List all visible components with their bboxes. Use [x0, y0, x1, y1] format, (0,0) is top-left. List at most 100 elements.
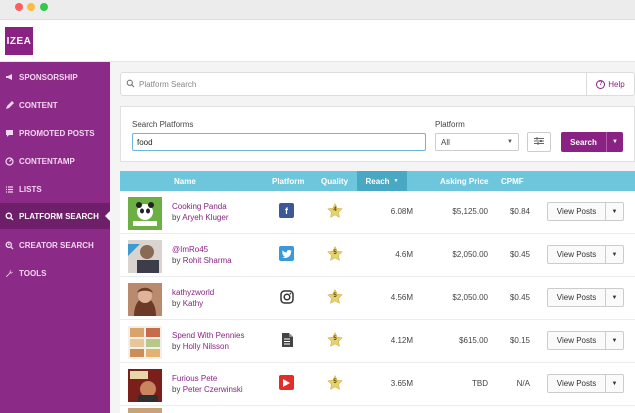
creator-thumbnail[interactable]: [128, 408, 162, 413]
cpmf-value: $0.45: [509, 293, 530, 302]
author-link[interactable]: Aryeh Kluger: [182, 213, 228, 222]
author-link[interactable]: Peter Czerwinski: [183, 385, 243, 394]
reach-value: 6.08M: [390, 207, 413, 216]
izea-logo[interactable]: IZEA: [5, 27, 33, 55]
creator-thumbnail[interactable]: [128, 369, 162, 402]
quality-score: 5: [333, 336, 337, 342]
view-posts-button[interactable]: View Posts ▼: [547, 331, 624, 350]
by-label: by: [172, 213, 181, 222]
row-actions-dropdown[interactable]: ▼: [605, 289, 623, 306]
sidebar-item-promoted-posts[interactable]: PROMOTED POSTS: [0, 120, 110, 146]
wrench-icon: [5, 269, 14, 278]
row-actions-dropdown[interactable]: ▼: [605, 332, 623, 349]
sidebar-item-contentamp[interactable]: CONTENTAMP: [0, 148, 110, 174]
view-posts-button[interactable]: View Posts ▼: [547, 374, 624, 393]
sort-desc-icon: ▼: [393, 178, 399, 184]
table-header: Name Platform Quality Reach ▼ Asking Pri…: [120, 171, 635, 191]
view-posts-button[interactable]: View Posts ▼: [547, 288, 624, 307]
creator-thumbnail[interactable]: [128, 283, 162, 316]
table-row: [120, 406, 635, 413]
row-actions-dropdown[interactable]: ▼: [605, 246, 623, 263]
sidebar-item-label: CONTENT: [19, 100, 58, 110]
pencil-icon: [5, 100, 14, 110]
author-link[interactable]: Kathy: [183, 299, 203, 308]
view-posts-label: View Posts: [556, 207, 597, 216]
sidebar: SPONSORSHIP CONTENT PROMOTED POSTS CONTE…: [0, 62, 111, 413]
quality-star-icon: 4: [327, 202, 343, 219]
minimize-window-button[interactable]: [27, 3, 35, 11]
view-posts-button[interactable]: View Posts ▼: [547, 202, 624, 221]
person-search-icon: [5, 241, 14, 250]
list-icon: [5, 185, 14, 194]
column-header-asking-price[interactable]: Asking Price: [440, 171, 488, 191]
view-posts-button[interactable]: View Posts ▼: [547, 245, 624, 264]
table-row: Furious Pete by Peter Czerwinski 5 3.65M…: [120, 363, 635, 406]
author-link[interactable]: Rohit Sharma: [183, 256, 232, 265]
app-header: IZEA: [0, 20, 635, 62]
maximize-window-button[interactable]: [40, 3, 48, 11]
platform-filter-label: Platform: [435, 120, 465, 129]
search-icon: [5, 212, 14, 221]
view-posts-label: View Posts: [556, 336, 597, 345]
quality-score: 4: [333, 207, 337, 213]
cpmf-value: $0.84: [509, 207, 530, 216]
sidebar-item-label: SPONSORSHIP: [19, 72, 78, 82]
row-actions-dropdown[interactable]: ▼: [605, 203, 623, 220]
creator-name-link[interactable]: Cooking Panda: [172, 201, 227, 212]
creator-name-link[interactable]: @ImRo45: [172, 244, 208, 255]
sidebar-item-creator-search[interactable]: CREATOR SEARCH: [0, 232, 110, 258]
close-window-button[interactable]: [15, 3, 23, 11]
column-header-platform[interactable]: Platform: [272, 171, 304, 191]
cpmf-value: N/A: [516, 379, 530, 388]
window-chrome: [0, 0, 635, 20]
creator-thumbnail[interactable]: [128, 240, 162, 273]
creator-name-link[interactable]: kathyzworld: [172, 287, 214, 298]
filter-settings-button[interactable]: [527, 132, 551, 152]
sidebar-item-label: LISTS: [19, 184, 42, 194]
reach-header-label: Reach: [365, 176, 390, 186]
sidebar-item-platform-search[interactable]: PLATFORM SEARCH: [0, 203, 111, 229]
quality-star-icon: 5: [327, 245, 343, 262]
asking-price-value: TBD: [472, 379, 488, 388]
sidebar-item-label: PROMOTED POSTS: [19, 128, 95, 138]
search-button[interactable]: Search ▼: [561, 132, 623, 152]
sidebar-item-label: CREATOR SEARCH: [19, 240, 94, 250]
creator-name-link[interactable]: Furious Pete: [172, 373, 217, 384]
asking-price-value: $615.00: [459, 336, 488, 345]
column-header-quality[interactable]: Quality: [321, 171, 348, 191]
asking-price-value: $2,050.00: [452, 293, 488, 302]
author-link[interactable]: Holly Nilsson: [183, 342, 229, 351]
table-row: kathyzworld by Kathy 5 4.56M $2,050.00 $…: [120, 277, 635, 320]
search-query-input[interactable]: food: [132, 133, 426, 151]
column-header-reach[interactable]: Reach ▼: [357, 171, 407, 191]
search-platforms-label: Search Platforms: [132, 120, 194, 129]
view-posts-label: View Posts: [556, 379, 597, 388]
column-header-cpmf[interactable]: CPMF: [501, 171, 524, 191]
sidebar-item-sponsorship[interactable]: SPONSORSHIP: [0, 64, 110, 90]
creator-thumbnail[interactable]: [128, 326, 162, 359]
sidebar-item-tools[interactable]: TOOLS: [0, 260, 110, 286]
sidebar-item-lists[interactable]: LISTS: [0, 176, 110, 202]
sidebar-item-label: CONTENTAMP: [19, 156, 75, 166]
cpmf-value: $0.45: [509, 250, 530, 259]
by-label: by: [172, 299, 181, 308]
platform-search-bar[interactable]: Platform Search ? Help: [120, 72, 635, 96]
platform-search-input[interactable]: Platform Search: [139, 80, 586, 89]
help-button[interactable]: ? Help: [586, 73, 634, 95]
platform-select[interactable]: All ▼: [435, 133, 519, 151]
main-content: Platform Search ? Help Search Platforms …: [110, 62, 635, 413]
column-header-name[interactable]: Name: [174, 171, 196, 191]
quality-score: 5: [333, 379, 337, 385]
quality-score: 5: [333, 293, 337, 299]
reach-value: 4.12M: [390, 336, 413, 345]
row-actions-dropdown[interactable]: ▼: [605, 375, 623, 392]
platform-select-value: All: [441, 137, 450, 147]
quality-star-icon: 5: [327, 331, 343, 348]
creator-thumbnail[interactable]: [128, 197, 162, 230]
search-options-dropdown[interactable]: ▼: [606, 132, 623, 152]
by-label: by: [172, 342, 181, 351]
chat-icon: [5, 129, 14, 138]
creator-name-link[interactable]: Spend With Pennies: [172, 330, 245, 341]
chevron-down-icon: ▼: [611, 251, 618, 258]
sidebar-item-content[interactable]: CONTENT: [0, 92, 110, 118]
